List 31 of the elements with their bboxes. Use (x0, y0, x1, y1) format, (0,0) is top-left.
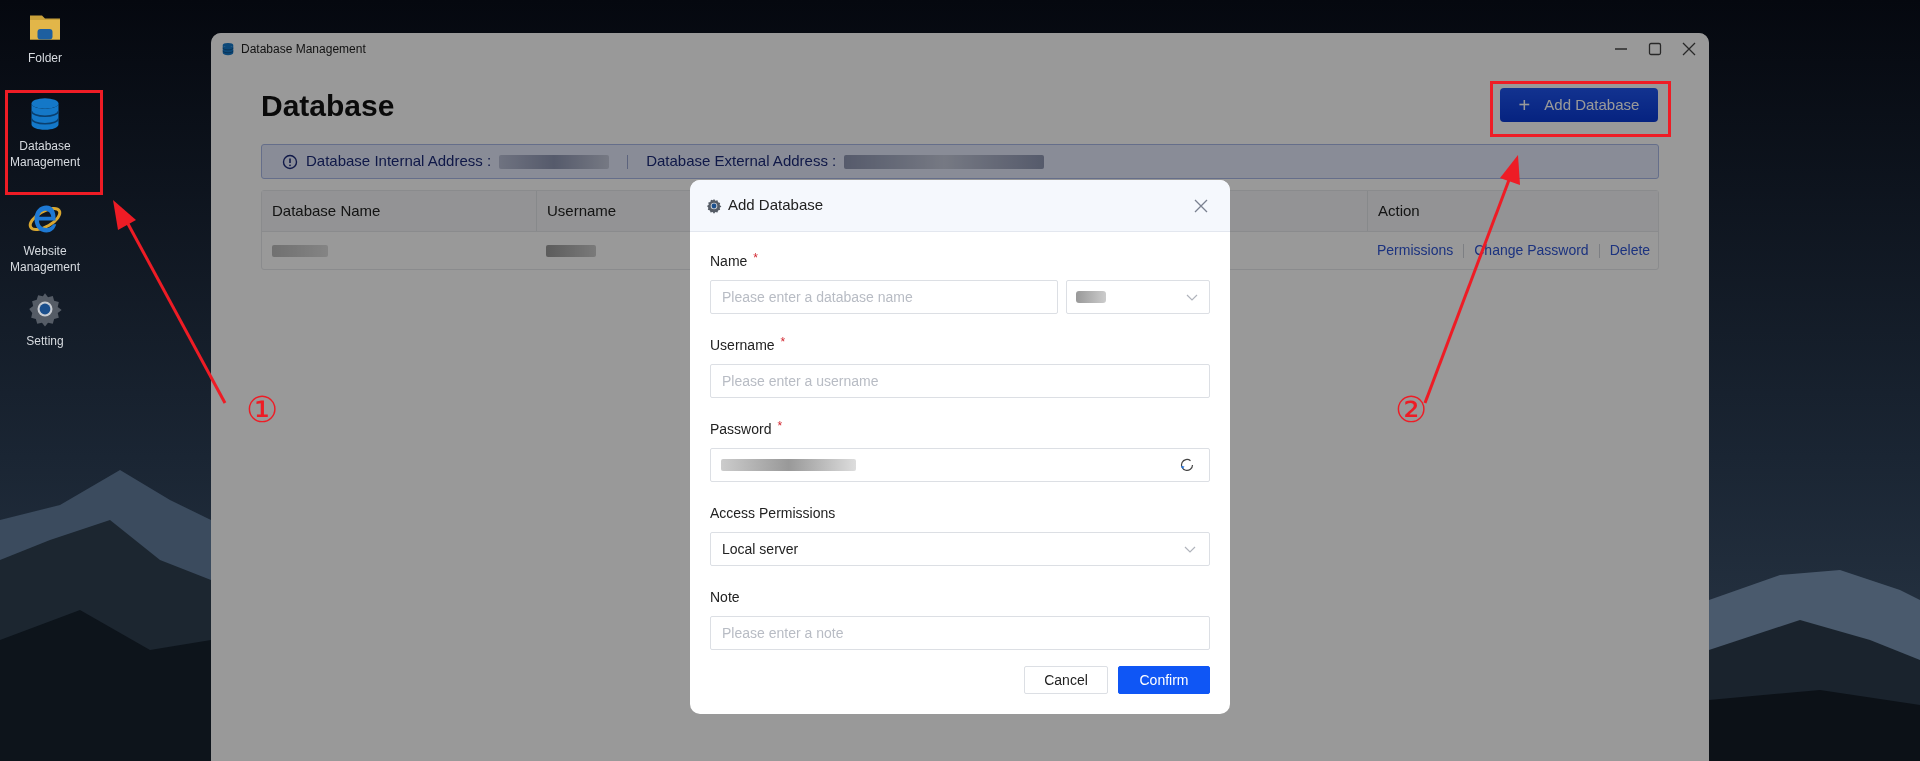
input-field[interactable]: Please enter a username (710, 364, 1210, 398)
action-link[interactable]: Permissions (1377, 240, 1454, 261)
field-label: Name (710, 251, 748, 271)
field-label: Access Permissions (710, 503, 836, 523)
confirm-button[interactable]: Confirm (1118, 666, 1210, 694)
input-field[interactable]: Please enter a note (710, 616, 1210, 650)
cancel-button[interactable]: Cancel (1024, 666, 1108, 694)
step-marker: ② (1395, 392, 1428, 428)
required-mark: * (753, 250, 759, 267)
field-label: Password (710, 419, 772, 439)
required-mark: * (777, 418, 783, 435)
info-label: Database Internal Address : (306, 151, 492, 172)
field-label: Note (710, 587, 740, 607)
column-header: Action (1377, 200, 1421, 221)
column-header: Database Name (271, 200, 382, 221)
step-marker: ① (246, 392, 279, 428)
select-field[interactable]: Local server (710, 532, 1210, 566)
column-header: Username (546, 200, 618, 221)
desktop-icon-label[interactable]: Database Management (2, 138, 88, 170)
input-field[interactable]: Please enter a database name (710, 280, 1058, 314)
page-heading: Database (261, 87, 395, 124)
info-label: Database External Address : (646, 151, 837, 172)
action-link[interactable]: Delete (1609, 240, 1651, 261)
field-label: Username (710, 335, 775, 355)
desktop-icon-label[interactable]: Website Management (2, 243, 88, 275)
window-title: Database Management (241, 41, 366, 58)
required-mark: * (780, 334, 786, 351)
add-database-button[interactable]: + Add Database (1500, 88, 1658, 122)
desktop-icon-label[interactable]: Folder (2, 50, 88, 66)
desktop-icon-label[interactable]: Setting (2, 333, 88, 349)
dialog-title: Add Database (728, 195, 824, 216)
